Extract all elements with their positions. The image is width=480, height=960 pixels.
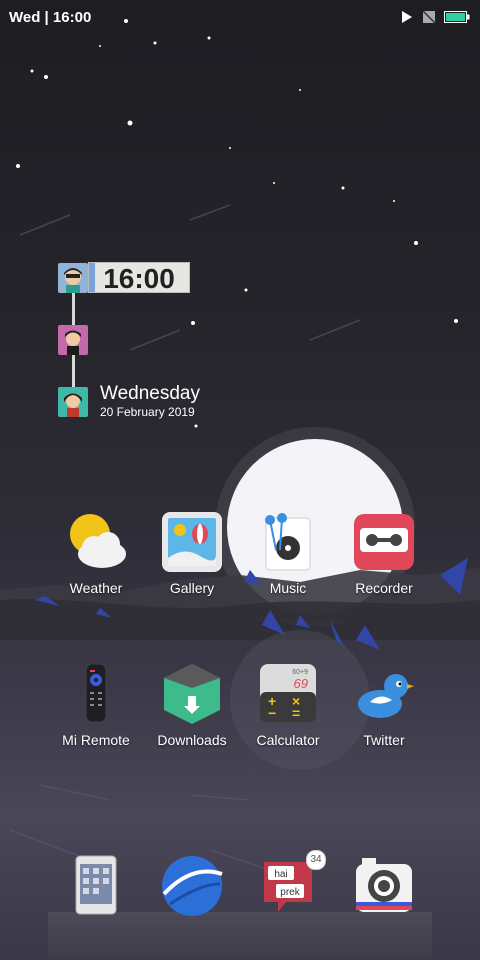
app-label: Recorder xyxy=(355,580,413,596)
app-mi-remote[interactable]: Mi Remote xyxy=(48,662,144,748)
music-icon xyxy=(256,510,320,574)
app-calculator[interactable]: 60+9 69 + × − = Calculator xyxy=(240,662,336,748)
app-label: Gallery xyxy=(169,580,215,596)
downloads-icon xyxy=(160,662,224,726)
svg-text:=: = xyxy=(292,705,300,721)
dock-app-browser[interactable] xyxy=(154,854,230,918)
avatar-middle-icon xyxy=(58,325,88,355)
app-label: Downloads xyxy=(157,732,227,748)
app-label: Music xyxy=(269,580,307,596)
wallpaper xyxy=(0,19,480,871)
svg-text:prek: prek xyxy=(280,887,300,898)
dock-app-themes[interactable] xyxy=(58,854,134,918)
app-downloads[interactable]: Downloads xyxy=(144,662,240,748)
app-label: Twitter xyxy=(363,732,405,748)
app-weather[interactable]: Weather xyxy=(48,510,144,596)
full-date: 20 February 2019 xyxy=(100,405,195,419)
app-label: Calculator xyxy=(256,732,320,748)
themes-phone-icon xyxy=(64,854,128,918)
app-label: Weather xyxy=(69,580,123,596)
recorder-icon xyxy=(352,510,416,574)
play-store-notification-icon xyxy=(402,11,412,23)
camera-icon xyxy=(352,854,416,918)
twitter-bird-icon xyxy=(352,662,416,726)
app-recorder[interactable]: Recorder xyxy=(336,510,432,596)
messaging-bubbles-icon: hai prek 34 xyxy=(256,850,326,918)
no-sim-icon xyxy=(422,10,436,24)
dock-app-camera[interactable] xyxy=(346,854,422,918)
svg-text:60+9: 60+9 xyxy=(292,669,308,676)
clock-time-display: 16:00 xyxy=(88,262,190,294)
day-name: Wednesday xyxy=(100,383,200,404)
avatar-bottom-icon xyxy=(58,387,88,417)
dock-bar xyxy=(48,912,432,960)
status-bar: Wed | 16:00 xyxy=(0,0,480,34)
notification-badge: 34 xyxy=(306,850,326,870)
app-label: Mi Remote xyxy=(62,732,130,748)
gallery-icon xyxy=(160,510,224,574)
weather-icon xyxy=(64,510,128,574)
app-twitter[interactable]: Twitter xyxy=(336,662,432,748)
dock-app-messaging[interactable]: hai prek 34 xyxy=(250,850,326,918)
browser-globe-icon xyxy=(160,854,224,918)
svg-text:hai: hai xyxy=(274,869,287,880)
calculator-icon: 60+9 69 + × − = xyxy=(256,662,320,726)
mi-remote-icon xyxy=(64,662,128,726)
svg-text:69: 69 xyxy=(294,676,308,691)
clock-widget[interactable]: 16:00 Wednesday 20 February 2019 xyxy=(58,260,298,420)
status-time: Wed | 16:00 xyxy=(9,9,92,26)
svg-text:−: − xyxy=(268,705,276,721)
app-music[interactable]: Music xyxy=(240,510,336,596)
avatar-top-icon xyxy=(58,263,88,293)
battery-icon xyxy=(444,11,470,23)
app-gallery[interactable]: Gallery xyxy=(144,510,240,596)
